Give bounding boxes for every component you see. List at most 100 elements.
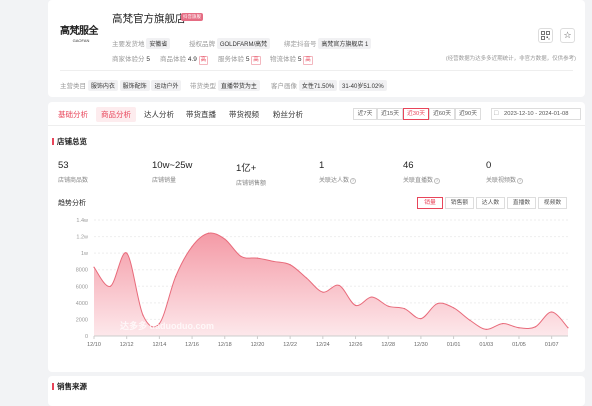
y-tick-label: 1w <box>81 251 88 257</box>
product-exp: 商品体验 4.9 高 <box>160 53 209 65</box>
audience-age: 31-40岁51.02% <box>338 80 387 91</box>
range-30d[interactable]: 近30天 <box>403 108 429 120</box>
star-icon[interactable]: ☆ <box>560 28 575 43</box>
kpi-label-text: 关联视频数 <box>486 178 517 184</box>
help-icon[interactable]: ? <box>350 178 357 184</box>
trend-chart: 0 2000 4000 6000 8000 1w 1.2w 1.4w 12/10 12/12 12/… <box>76 218 569 348</box>
tab-influencers[interactable]: 达人分析 <box>144 109 174 120</box>
kpi-video-count: 0 关联视频数? <box>486 160 524 184</box>
shop-logo-main: 高梵服全 <box>60 26 99 37</box>
data-point <box>207 232 210 234</box>
kpi-value: 1 <box>319 160 325 171</box>
x-tick-label: 12/28 <box>381 342 395 348</box>
data-point <box>175 275 177 277</box>
metric-videos[interactable]: 视频数 <box>538 197 567 209</box>
x-tick-label: 12/12 <box>120 342 134 348</box>
y-tick-label: 8000 <box>76 268 88 274</box>
x-tick-label: 12/14 <box>152 342 166 348</box>
date-range-text: 2023-12-10 - 2024-01-08 <box>504 111 569 117</box>
data-point <box>567 327 569 329</box>
help-icon[interactable]: ? <box>434 178 441 184</box>
data-point <box>142 314 144 316</box>
metric-amount[interactable]: 销售额 <box>445 197 474 209</box>
kpi-label-text: 关联直播数 <box>403 178 434 184</box>
x-tick-label: 12/22 <box>283 342 297 348</box>
data-point <box>534 326 536 328</box>
page: 高梵服全 GAOFAN 高梵官方旗舰店 抖音旗舰 主要发货地 安徽省 授权品牌 … <box>48 0 585 406</box>
kpi-label: 关联达人数? <box>319 175 357 184</box>
brand-value[interactable]: GOLDFARM/高梵 <box>216 38 271 49</box>
logistics-exp: 物流体验 5 高 <box>270 53 313 65</box>
goods-exp-value: 5 <box>146 56 150 63</box>
tab-videos[interactable]: 带货视频 <box>229 109 259 120</box>
qrcode-icon[interactable] <box>538 28 553 43</box>
data-point <box>191 245 193 248</box>
category-label: 主营类目 <box>60 83 86 90</box>
divider <box>60 70 573 71</box>
brand: 授权品牌 GOLDFARM/高梵 <box>189 38 271 49</box>
data-point <box>224 238 226 240</box>
range-7d[interactable]: 近7天 <box>353 108 377 120</box>
kpi-label: 关联视频数? <box>486 175 524 184</box>
product-exp-label: 商品体验 <box>160 56 186 63</box>
analysis-card: 基础分析 商品分析 达人分析 带货直播 带货视频 粉丝分析 近7天 近15天 近… <box>48 102 585 372</box>
service-exp: 服务体验 5 高 <box>218 53 261 65</box>
kpi-label-text: 关联达人数 <box>319 178 350 184</box>
linked-value-text: 高梵官方旗舰店 <box>321 42 364 48</box>
x-tick-label: 01/01 <box>447 342 461 348</box>
shop-info-card: 高梵服全 GAOFAN 高梵官方旗舰店 抖音旗舰 主要发货地 安徽省 授权品牌 … <box>48 0 585 97</box>
product-exp-value: 4.9 <box>187 56 197 63</box>
tab-products[interactable]: 商品分析 <box>96 107 136 122</box>
data-point <box>305 277 308 279</box>
x-tick-label: 12/10 <box>87 342 101 348</box>
metric-influencers[interactable]: 达人数 <box>476 197 505 209</box>
linked-value[interactable]: 高梵官方旗舰店 1 <box>318 38 372 49</box>
data-point <box>338 284 340 287</box>
tab-live[interactable]: 带货直播 <box>186 109 216 120</box>
data-point <box>469 319 471 321</box>
category-chip[interactable]: 服饰内衣 <box>87 80 118 91</box>
data-point <box>371 296 373 298</box>
kpi-value: 53 <box>58 160 69 171</box>
y-tick-label: 0 <box>85 334 88 340</box>
analysis-tabs: 基础分析 商品分析 达人分析 带货直播 带货视频 粉丝分析 近7天 近15天 近… <box>48 102 585 126</box>
range-90d[interactable]: 近90天 <box>455 108 481 120</box>
date-range-picker[interactable]: □ 2023-12-10 - 2024-01-08 <box>491 108 581 120</box>
y-tick-label: 1.2w <box>76 235 88 241</box>
range-15d[interactable]: 近15天 <box>377 108 403 120</box>
category-chip[interactable]: 服饰配饰 <box>119 80 150 91</box>
data-point <box>289 264 291 266</box>
sales-source-title: 销售来源 <box>52 381 87 392</box>
linked-label: 绑定抖音号 <box>284 41 317 48</box>
kpi-label: 店铺销量 <box>152 178 177 184</box>
audience-row: 客户画像 女性71.50% 31-40岁51.02% <box>271 80 387 91</box>
y-tick-label: 6000 <box>76 284 88 290</box>
brand-label: 授权品牌 <box>189 41 215 48</box>
shop-name[interactable]: 高梵官方旗舰店 <box>112 11 186 26</box>
data-point <box>420 318 422 320</box>
kpi-value: 0 <box>486 160 492 171</box>
ship-from-label: 主要发货地 <box>112 41 145 48</box>
shop-logo: 高梵服全 GAOFAN <box>60 22 102 46</box>
service-tag: 高 <box>251 56 261 65</box>
x-tick-label: 01/03 <box>479 342 493 348</box>
category-chip[interactable]: 运动户外 <box>151 80 182 91</box>
y-tick-label: 2000 <box>76 317 88 323</box>
calendar-icon: □ <box>494 110 499 117</box>
kpi-label: 店铺销售额 <box>236 181 267 187</box>
kpi-product-count: 53 店铺商品数 <box>58 160 88 184</box>
data-point <box>240 255 242 258</box>
data-point <box>256 257 259 259</box>
tab-fans[interactable]: 粉丝分析 <box>273 109 303 120</box>
data-point <box>403 308 406 310</box>
type-label: 带货类型 <box>190 83 216 90</box>
range-60d[interactable]: 近60天 <box>429 108 455 120</box>
data-point <box>502 322 504 325</box>
metric-live[interactable]: 直播数 <box>507 197 536 209</box>
help-icon[interactable]: ? <box>517 178 524 184</box>
ship-from-value: 安徽省 <box>146 38 171 49</box>
metric-sales[interactable]: 销量 <box>417 197 443 209</box>
data-point <box>518 327 520 329</box>
tab-basic[interactable]: 基础分析 <box>58 109 88 120</box>
kpi-label: 店铺商品数 <box>58 178 89 184</box>
